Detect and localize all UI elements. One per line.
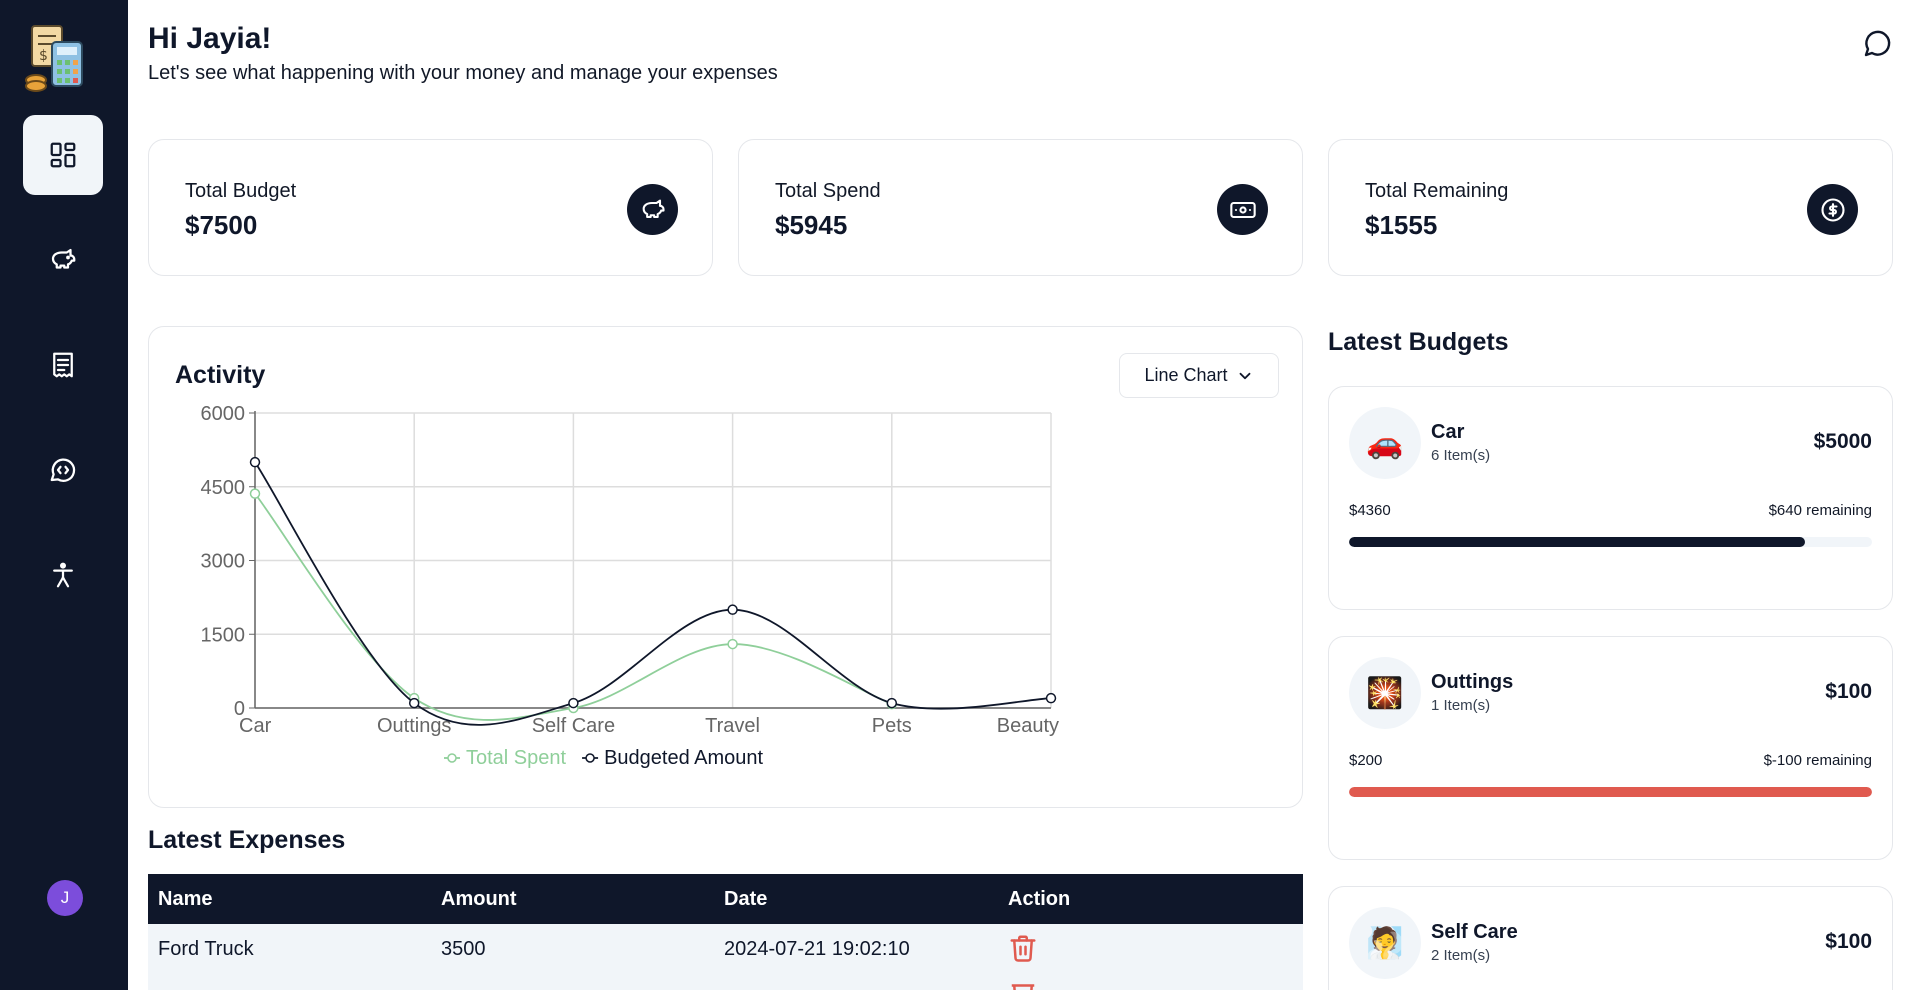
- calculator-receipt-logo[interactable]: $: [24, 24, 88, 92]
- budget-name: Self Care: [1431, 921, 1518, 943]
- budget-remaining: $640 remaining: [1768, 502, 1872, 519]
- trash-icon[interactable]: [1008, 933, 1038, 963]
- table-row: [148, 974, 1303, 990]
- stat-label: Total Spend: [775, 180, 881, 202]
- data-point: [727, 604, 738, 615]
- accessibility-icon: [53, 562, 73, 588]
- piggy-bank-icon: [627, 184, 678, 235]
- spa-icon: 🧖: [1349, 907, 1421, 979]
- x-tick-label: Travel: [705, 715, 760, 737]
- x-tick-label: Pets: [872, 715, 912, 737]
- message-circle-icon[interactable]: [1862, 27, 1894, 59]
- expense-action: [998, 974, 1303, 990]
- activity-line-chart: 01500300045006000Car Outtings Self Care Tra…: [201, 403, 1060, 769]
- column-header: Date: [724, 887, 768, 910]
- budget-spent: $200: [1349, 752, 1383, 769]
- budget-item-count: 6 Item(s): [1431, 447, 1491, 464]
- expense-date: 2024-07-21 19:02:10: [724, 937, 910, 960]
- fireworks-icon: 🎇: [1349, 657, 1421, 729]
- car-icon: 🚗: [1349, 407, 1421, 479]
- budget-remaining: $-100 remaining: [1763, 752, 1872, 769]
- budget-amount: $100: [1825, 930, 1872, 953]
- sidebar-item-dashboard[interactable]: [23, 115, 103, 195]
- legend-label: Total Spent: [466, 747, 567, 769]
- column-header: Name: [158, 887, 213, 910]
- stat-card-total-budget: Total Budget $7500: [148, 139, 713, 276]
- budget-card-self-care[interactable]: 🧖 Self Care 2 Item(s) $100: [1328, 886, 1893, 990]
- banknote-icon: [1217, 184, 1268, 235]
- page-title: Hi Jayia!: [148, 22, 272, 55]
- layout-dashboard-icon: [50, 142, 76, 168]
- budget-item-count: 2 Item(s): [1431, 947, 1491, 964]
- stat-label: Total Remaining: [1365, 180, 1509, 202]
- table-header: Name Amount Date Action: [148, 874, 1303, 924]
- table-row: Ford Truck 3500 2024-07-21 19:02:10: [148, 924, 1303, 974]
- budget-progress-bar: [1349, 787, 1872, 797]
- data-point: [568, 697, 579, 709]
- budget-progress-fill: [1349, 787, 1872, 797]
- budget-progress-bar: [1349, 537, 1872, 547]
- budget-spent: $4360: [1349, 502, 1391, 519]
- sidebar: $ J: [0, 0, 128, 990]
- y-tick-label: 3000: [201, 551, 246, 573]
- x-tick-label: Self Care: [532, 715, 615, 737]
- data-point: [408, 697, 420, 709]
- piggy-bank-icon: [51, 248, 76, 269]
- y-tick-label: 6000: [201, 403, 246, 425]
- svg-text:$: $: [39, 48, 48, 64]
- budget-item-count: 1 Item(s): [1431, 697, 1491, 714]
- data-point: [249, 456, 261, 468]
- stat-label: Total Budget: [185, 180, 297, 202]
- data-point: [886, 697, 898, 709]
- data-point: [727, 638, 738, 650]
- budget-name: Car: [1431, 421, 1465, 443]
- y-tick-label: 1500: [201, 624, 246, 646]
- data-point: [1045, 692, 1057, 704]
- stat-value: $5945: [775, 210, 848, 240]
- budget-progress-fill: [1349, 537, 1806, 547]
- budget-amount: $5000: [1813, 430, 1872, 453]
- stat-card-total-spend: Total Spend $5945: [738, 139, 1303, 276]
- avatar[interactable]: J: [47, 880, 83, 916]
- sidebar-item-budgets[interactable]: [23, 220, 103, 300]
- expense-name: Ford Truck: [158, 937, 254, 960]
- stat-value: $7500: [185, 210, 258, 240]
- expense-action: [998, 929, 1303, 969]
- legend-marker: [585, 753, 595, 763]
- budget-card-car[interactable]: 🚗 Car 6 Item(s) $5000 $4360 $640 remaini…: [1328, 386, 1893, 610]
- x-tick-label: Beauty: [997, 715, 1059, 737]
- page-subtitle: Let's see what happening with your money…: [148, 62, 778, 84]
- sidebar-item-expenses[interactable]: [23, 325, 103, 405]
- data-point: [249, 488, 261, 499]
- y-tick-label: 4500: [201, 477, 246, 499]
- trash-icon[interactable]: [1008, 978, 1038, 990]
- column-header: Action: [1008, 887, 1071, 910]
- circle-dollar-icon: [1807, 184, 1858, 235]
- expense-amount: 3500: [441, 937, 486, 960]
- x-tick-label: Car: [239, 715, 272, 737]
- series-line-1: [254, 461, 1052, 726]
- message-code-icon: [50, 458, 76, 482]
- budget-card-outtings[interactable]: 🎇 Outtings 1 Item(s) $100 $200 $-100 rem…: [1328, 636, 1893, 860]
- sidebar-item-accessibility[interactable]: [23, 535, 103, 615]
- legend-label: Budgeted Amount: [604, 747, 763, 769]
- column-header: Amount: [441, 887, 517, 910]
- expenses-table: Name Amount Date Action Ford Truck 3500 …: [148, 874, 1303, 990]
- stat-value: $1555: [1365, 210, 1438, 240]
- budget-name: Outtings: [1431, 671, 1514, 693]
- budget-amount: $100: [1825, 680, 1872, 703]
- legend-marker: [447, 753, 457, 763]
- receipt-icon: [53, 352, 73, 378]
- latest-budgets-title: Latest Budgets: [1328, 328, 1509, 356]
- activity-card: Activity Line Chart 0 1500 3000 4500 6000 Car…: [148, 326, 1303, 808]
- sidebar-item-chat[interactable]: [23, 430, 103, 510]
- latest-expenses-title: Latest Expenses: [148, 826, 346, 854]
- stat-card-total-remaining: Total Remaining $1555: [1328, 139, 1893, 276]
